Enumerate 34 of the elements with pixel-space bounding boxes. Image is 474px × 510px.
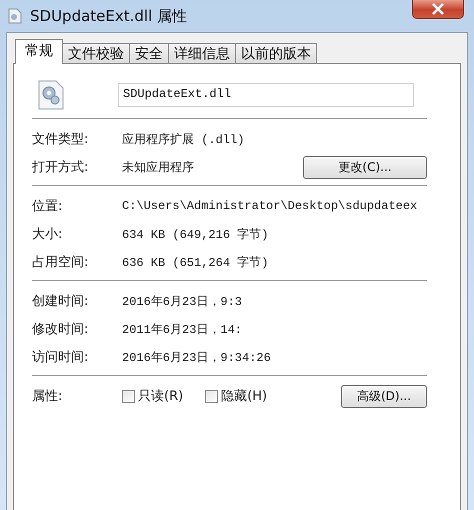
field-value: 636 KB (651,264 字节): [122, 254, 268, 270]
tab[interactable]: 常规: [15, 39, 63, 64]
checkbox[interactable]: [205, 390, 218, 402]
field-label: 大小:: [32, 226, 64, 243]
field-value: 未知应用程序: [122, 160, 194, 176]
field-value: 2011年6月23日，14:: [122, 322, 242, 338]
file-name-field[interactable]: SDUpdateExt.dll: [118, 83, 414, 107]
field-label: 创建时间:: [32, 293, 90, 310]
checkbox[interactable]: [122, 390, 135, 402]
checkbox-label[interactable]: 隐藏(H): [221, 387, 268, 405]
field-value: C:\Users\Administrator\Desktop\sdupdateex: [122, 199, 418, 213]
dialog-button[interactable]: 更改(C)...: [303, 156, 427, 178]
field-label: 文件类型:: [32, 131, 90, 148]
checkbox-label[interactable]: 只读(R): [138, 387, 184, 405]
field-label: 属性:: [32, 388, 64, 405]
field-value: 2016年6月23日，9:3: [122, 294, 242, 310]
field-label: 占用空间:: [32, 254, 90, 271]
tab[interactable]: 详细信息: [168, 43, 236, 63]
dialog-button[interactable]: 高级(D)...: [341, 384, 427, 408]
field-label: 修改时间:: [32, 321, 90, 338]
field-value: 应用程序扩展 (.dll): [122, 132, 244, 148]
field-value: 2016年6月23日，9:34:26: [122, 350, 271, 366]
field-label: 打开方式:: [32, 159, 90, 176]
close-icon: [431, 3, 445, 15]
field-label: 访问时间:: [32, 349, 90, 366]
field-label: 位置:: [32, 198, 64, 215]
field-value: 634 KB (649,216 字节): [122, 226, 268, 242]
tab[interactable]: 以前的版本: [235, 43, 317, 63]
tab[interactable]: 文件校验: [62, 43, 130, 63]
file-icon: [8, 8, 22, 24]
close-button[interactable]: [412, 0, 464, 19]
tab[interactable]: 安全: [129, 43, 169, 63]
window-title: SDUpdateExt.dll 属性: [30, 6, 188, 26]
settings-file-icon: [38, 80, 64, 110]
